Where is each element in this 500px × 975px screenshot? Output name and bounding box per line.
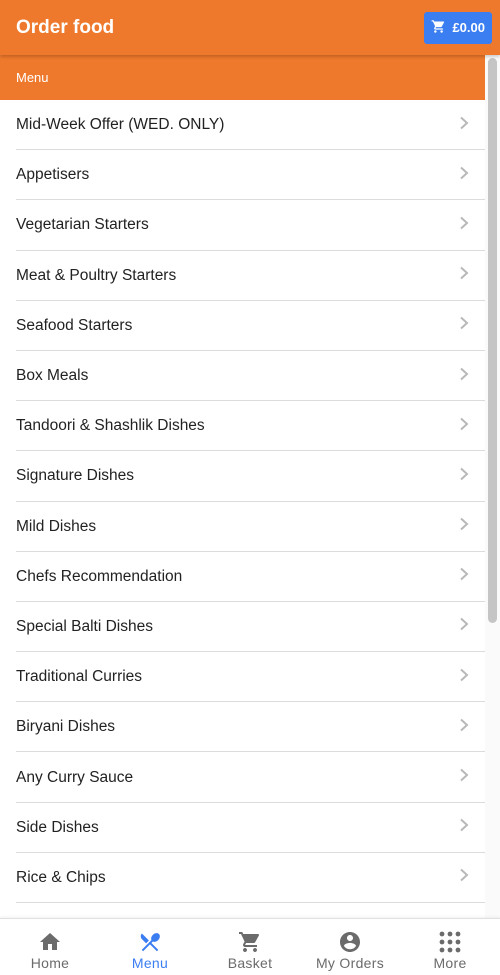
page-title: Order food [16,16,115,38]
chevron-right-icon [457,718,471,737]
menu-category-row[interactable]: Biryani Dishes [0,702,485,753]
section-title: Menu [16,70,49,85]
chevron-right-icon [457,266,471,285]
menu-category-row[interactable]: Seafood Starters [0,301,485,352]
nav-label: Menu [131,955,169,971]
nav-label: Home [30,955,70,971]
menu-category-label: Special Balti Dishes [16,617,153,635]
cart-icon [237,930,263,954]
chevron-right-icon [457,417,471,436]
nav-item-menu[interactable]: Menu [100,919,200,975]
chevron-right-icon [457,316,471,335]
chevron-right-icon [457,818,471,837]
menu-category-label: Box Meals [16,367,89,385]
menu-category-row[interactable]: Signature Dishes [0,451,485,502]
nav-item-more[interactable]: More [400,919,500,975]
menu-category-label: Any Curry Sauce [16,768,134,786]
grid-dots-icon [437,930,463,954]
section-header: Menu [0,55,485,100]
nav-item-my-orders[interactable]: My Orders [300,919,400,975]
menu-category-label: Signature Dishes [16,467,135,485]
menu-category-row[interactable] [0,903,485,918]
menu-category-label: Seafood Starters [16,316,133,334]
menu-category-row[interactable]: Any Curry Sauce [0,752,485,803]
nav-item-home[interactable]: Home [0,919,100,975]
menu-category-label: Side Dishes [16,818,99,836]
chevron-right-icon [457,868,471,887]
chevron-right-icon [457,467,471,486]
menu-category-row[interactable]: Vegetarian Starters [0,200,485,251]
menu-category-row[interactable]: Mid-Week Offer (WED. ONLY) [0,100,485,151]
nav-item-basket[interactable]: Basket [200,919,300,975]
fork-knife-icon [137,930,163,954]
app-header: Order food £0.00 [0,0,500,55]
cart-icon [431,19,446,37]
menu-category-row[interactable]: Mild Dishes [0,502,485,552]
nav-label: My Orders [315,955,385,971]
menu-category-label: Vegetarian Starters [16,216,149,234]
menu-category-row[interactable]: Appetisers [0,150,485,201]
menu-category-row[interactable]: Tandoori & Shashlik Dishes [0,401,485,452]
menu-category-list[interactable]: Mid-Week Offer (WED. ONLY) Appetisers Vege… [0,100,485,918]
menu-category-label: Tandoori & Shashlik Dishes [16,417,205,435]
chevron-right-icon [457,517,471,536]
chevron-right-icon [457,367,471,386]
chevron-right-icon [457,668,471,687]
menu-category-label: Rice & Chips [16,868,106,886]
menu-category-label: Mid-Week Offer (WED. ONLY) [16,116,225,134]
menu-category-row[interactable]: Meat & Poultry Starters [0,251,485,301]
scrollbar-thumb[interactable] [488,58,497,623]
basket-total: £0.00 [452,20,485,35]
menu-category-row[interactable]: Special Balti Dishes [0,602,485,653]
menu-category-row[interactable]: Box Meals [0,351,485,402]
menu-category-label: Biryani Dishes [16,718,116,736]
chevron-right-icon [457,567,471,586]
chevron-right-icon [457,617,471,636]
menu-category-label: Meat & Poultry Starters [16,266,177,284]
menu-category-label: Appetisers [16,166,90,184]
home-icon [37,930,63,954]
chevron-right-icon [457,216,471,235]
menu-category-label: Mild Dishes [16,517,97,535]
chevron-right-icon [457,116,471,135]
menu-category-row[interactable]: Chefs Recommendation [0,552,485,603]
menu-category-row[interactable]: Side Dishes [0,803,485,854]
basket-total-button[interactable]: £0.00 [424,11,492,44]
account-circle-icon [337,930,363,954]
nav-label: Basket [227,955,273,971]
chevron-right-icon [457,768,471,787]
nav-label: More [433,955,467,971]
menu-category-label: Traditional Curries [16,668,143,686]
chevron-right-icon [457,166,471,185]
bottom-navigation: Home Menu Basket My Orders More [0,918,500,975]
menu-category-row[interactable]: Rice & Chips [0,853,485,904]
menu-category-label: Chefs Recommendation [16,567,183,585]
menu-category-row[interactable]: Traditional Curries [0,652,485,703]
